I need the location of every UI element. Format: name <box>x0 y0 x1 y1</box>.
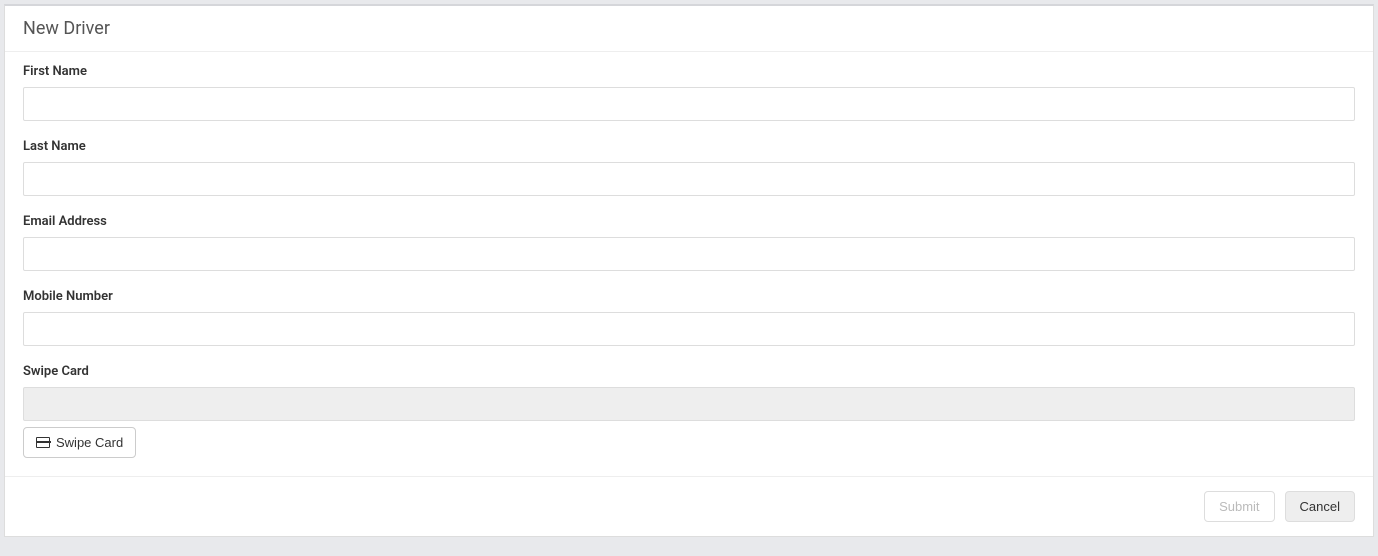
mobile-input[interactable] <box>23 312 1355 346</box>
first-name-group: First Name <box>23 64 1355 121</box>
email-group: Email Address <box>23 214 1355 271</box>
panel-body: First Name Last Name Email Address Mobil… <box>5 52 1373 476</box>
new-driver-panel: New Driver First Name Last Name Email Ad… <box>4 4 1374 537</box>
submit-button[interactable]: Submit <box>1204 491 1274 522</box>
swipe-card-input <box>23 387 1355 421</box>
last-name-group: Last Name <box>23 139 1355 196</box>
last-name-label: Last Name <box>23 139 1355 154</box>
panel-header: New Driver <box>5 6 1373 52</box>
panel-footer: Submit Cancel <box>5 476 1373 536</box>
first-name-label: First Name <box>23 64 1355 79</box>
email-input[interactable] <box>23 237 1355 271</box>
mobile-label: Mobile Number <box>23 289 1355 304</box>
first-name-input[interactable] <box>23 87 1355 121</box>
email-label: Email Address <box>23 214 1355 229</box>
card-icon <box>36 437 50 448</box>
swipe-card-group: Swipe Card Swipe Card <box>23 364 1355 458</box>
swipe-card-label: Swipe Card <box>23 364 1355 379</box>
swipe-card-button[interactable]: Swipe Card <box>23 427 136 458</box>
page-title: New Driver <box>23 18 1355 39</box>
swipe-card-button-label: Swipe Card <box>56 435 123 450</box>
last-name-input[interactable] <box>23 162 1355 196</box>
mobile-group: Mobile Number <box>23 289 1355 346</box>
cancel-button[interactable]: Cancel <box>1285 491 1355 522</box>
